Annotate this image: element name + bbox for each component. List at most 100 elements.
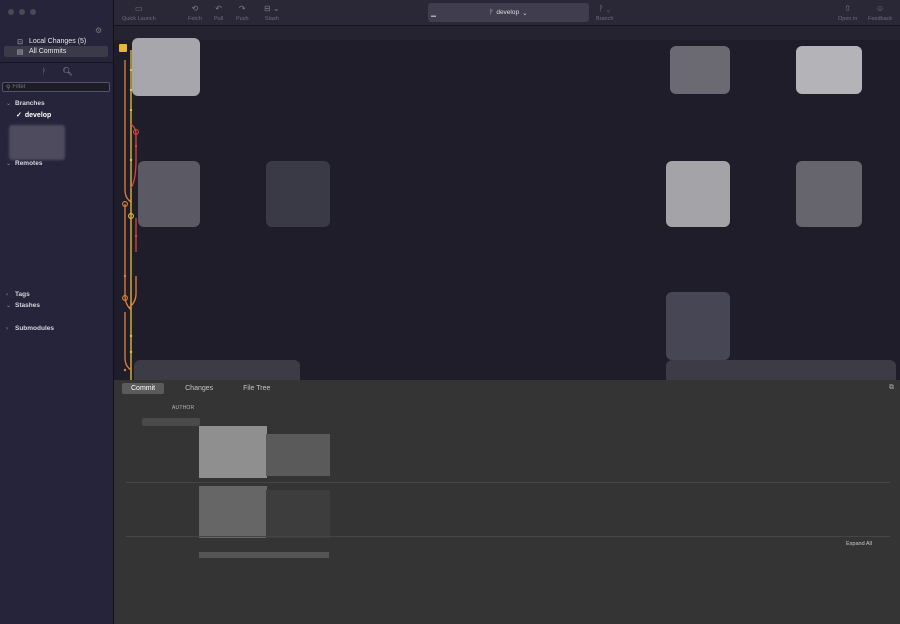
button-label: Feedback bbox=[868, 16, 893, 22]
graph-commit-head[interactable] bbox=[119, 44, 127, 52]
button-label: Fetch bbox=[188, 16, 202, 22]
branch-icon: ᚹ ⌄ bbox=[598, 4, 611, 13]
app-window: ⚙ ⊡ Local Changes (5) ▤ All Commits ᚹ 🔍︎… bbox=[0, 0, 900, 624]
redacted-content bbox=[134, 360, 300, 380]
graph-commit-dot[interactable] bbox=[129, 88, 133, 92]
popout-icon[interactable]: ⧉ bbox=[889, 384, 894, 392]
graph-line-red bbox=[130, 123, 137, 189]
branches-section-header[interactable]: ⌄ Branches bbox=[6, 100, 45, 107]
section-title: Tags bbox=[15, 291, 30, 298]
graph-commit-dot[interactable] bbox=[123, 274, 127, 278]
graph-commit-dot[interactable] bbox=[129, 334, 133, 338]
chevron-down-icon: ⌄ bbox=[6, 303, 12, 309]
graph-line-orange bbox=[124, 60, 132, 203]
push-button[interactable]: ↷ Push bbox=[236, 4, 249, 22]
chevron-right-icon: › bbox=[6, 291, 8, 298]
redacted-content bbox=[142, 418, 200, 426]
quick-launch-icon: ▭ bbox=[135, 4, 143, 13]
sidebar-divider bbox=[0, 62, 114, 63]
branch-selector[interactable]: ▬ ᚹ develop ⌄ bbox=[428, 3, 589, 22]
filter-field[interactable]: ⚲ bbox=[2, 82, 110, 92]
pull-icon: ↶ bbox=[215, 4, 222, 13]
stashes-section-header[interactable]: ⌄ Stashes bbox=[6, 302, 40, 309]
tags-section-header[interactable]: › Tags bbox=[6, 291, 30, 298]
redacted-content bbox=[266, 161, 330, 227]
sidebar-tabs: ᚹ 🔍︎ bbox=[0, 64, 114, 78]
zoom-window-button[interactable] bbox=[30, 9, 36, 15]
chevron-right-icon: › bbox=[6, 325, 8, 332]
button-label: Push bbox=[236, 16, 249, 22]
toolbar: ▭ Quick Launch ⟲ Fetch ↶ Pull ↷ Push ⊟ ⌄… bbox=[114, 0, 900, 26]
section-title: Stashes bbox=[15, 302, 40, 309]
section-title: Branches bbox=[15, 100, 45, 107]
redacted-content bbox=[796, 46, 862, 94]
redacted-content bbox=[199, 426, 267, 478]
graph-commit-dot[interactable] bbox=[134, 144, 138, 148]
branch-icon: ᚹ bbox=[489, 9, 494, 16]
graph-commit-dot[interactable] bbox=[129, 350, 133, 354]
redacted-content bbox=[199, 552, 329, 558]
branch-graph bbox=[119, 44, 139, 380]
repo-icon: ▬ bbox=[431, 13, 436, 19]
redacted-content bbox=[670, 46, 730, 94]
graph-commit-dot[interactable] bbox=[123, 368, 127, 372]
tab-changes[interactable]: Changes bbox=[176, 383, 222, 394]
redacted-content bbox=[266, 490, 330, 538]
commits-icon: ▤ bbox=[16, 48, 24, 56]
redacted-content bbox=[266, 434, 330, 476]
chevron-down-icon: ⌄ bbox=[6, 101, 12, 107]
button-label: Stash bbox=[264, 16, 279, 22]
branch-selector-label: develop bbox=[496, 9, 520, 16]
commit-graph-panel[interactable] bbox=[114, 26, 900, 380]
section-title: Remotes bbox=[15, 160, 43, 167]
chevron-down-icon: ⌄ bbox=[6, 161, 12, 167]
redacted-content bbox=[666, 161, 730, 227]
branch-label: develop bbox=[24, 111, 52, 119]
close-window-button[interactable] bbox=[8, 9, 14, 15]
tab-commit[interactable]: Commit bbox=[122, 382, 165, 394]
fetch-icon: ⟲ bbox=[191, 4, 199, 13]
redacted-content bbox=[666, 292, 730, 360]
search-icon[interactable]: 🔍︎ bbox=[62, 67, 72, 76]
quick-launch-button[interactable]: ▭ Quick Launch bbox=[122, 4, 156, 22]
graph-commit-dot[interactable] bbox=[129, 108, 133, 112]
stash-button[interactable]: ⊟ ⌄ Stash bbox=[264, 4, 280, 22]
settings-icon[interactable]: ⚙ bbox=[95, 26, 102, 35]
graph-commit-dot[interactable] bbox=[129, 158, 133, 162]
feedback-icon: ☺ bbox=[875, 4, 885, 13]
expand-all-button[interactable]: Expand All bbox=[846, 541, 872, 547]
graph-line-orange bbox=[128, 276, 137, 309]
feedback-button[interactable]: ☺ Feedback bbox=[868, 4, 892, 22]
branch-icon[interactable]: ᚹ bbox=[42, 67, 47, 76]
graph-line-orange bbox=[124, 204, 132, 311]
filter-input[interactable] bbox=[12, 84, 103, 90]
graph-commit-dot[interactable] bbox=[134, 234, 138, 238]
graph-commit-dot[interactable] bbox=[129, 68, 133, 72]
minimize-window-button[interactable] bbox=[19, 9, 25, 15]
button-label: Branch bbox=[596, 16, 614, 22]
tab-file-tree[interactable]: File Tree bbox=[234, 383, 279, 394]
open-in-icon: ⇧ bbox=[844, 4, 851, 13]
author-label: AUTHOR bbox=[172, 405, 195, 411]
divider bbox=[126, 482, 890, 483]
remotes-section-header[interactable]: ⌄ Remotes bbox=[6, 160, 42, 167]
redacted-content bbox=[796, 161, 862, 227]
button-label: Quick Launch bbox=[122, 16, 156, 22]
branch-item-develop[interactable]: ✓ develop bbox=[16, 111, 52, 120]
submodules-section-header[interactable]: › Submodules bbox=[6, 325, 54, 332]
sidebar-item-label: Local Changes (5) bbox=[29, 38, 87, 45]
window-controls bbox=[8, 9, 36, 15]
push-icon: ↷ bbox=[238, 4, 246, 13]
sidebar-item-all-commits[interactable]: ▤ All Commits bbox=[4, 46, 108, 57]
graph-header bbox=[114, 26, 900, 40]
local-changes-icon: ⊡ bbox=[17, 38, 23, 46]
button-label: Open in bbox=[838, 16, 858, 22]
fetch-button[interactable]: ⟲ Fetch bbox=[188, 4, 202, 22]
open-in-button[interactable]: ⇧ Open in bbox=[838, 4, 857, 22]
branch-button[interactable]: ᚹ ⌄ Branch bbox=[596, 4, 613, 22]
sidebar: ⚙ ⊡ Local Changes (5) ▤ All Commits ᚹ 🔍︎… bbox=[0, 0, 114, 624]
sidebar-item-label: All Commits bbox=[29, 48, 67, 55]
redacted-branch-list bbox=[9, 125, 65, 160]
pull-button[interactable]: ↶ Pull bbox=[214, 4, 223, 22]
search-icon: ⚲ bbox=[6, 84, 11, 91]
